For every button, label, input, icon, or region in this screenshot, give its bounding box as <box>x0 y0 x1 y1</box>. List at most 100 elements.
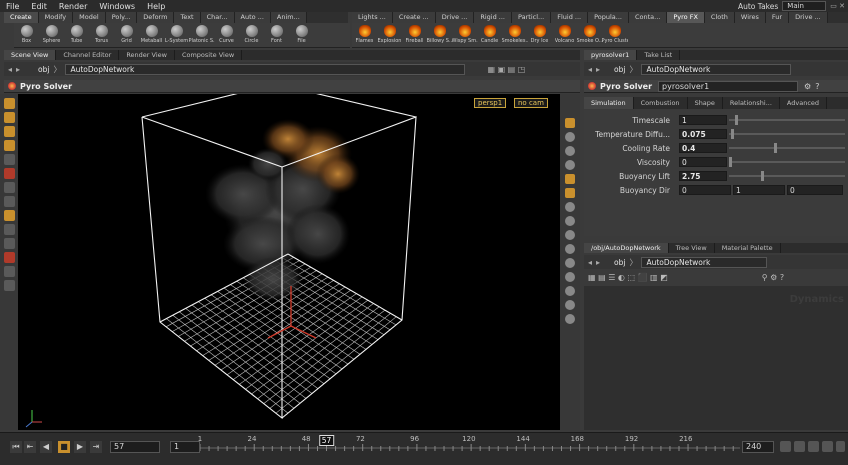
shelf-tab-model[interactable]: Model <box>73 12 106 23</box>
tab-tree-view[interactable]: Tree View <box>669 243 715 253</box>
help-icon[interactable]: ? <box>815 82 819 91</box>
shelf-tab-particles[interactable]: Particl... <box>512 12 552 23</box>
select-tool-icon[interactable] <box>3 98 15 109</box>
pose-tool-icon[interactable] <box>3 126 15 137</box>
wireframe-icon[interactable] <box>565 146 575 156</box>
net-forward-icon[interactable]: ▸ <box>596 258 600 267</box>
create-tool-5[interactable]: Metaball <box>139 23 164 47</box>
param-slider[interactable] <box>729 143 845 153</box>
create-tool-8[interactable]: Curve <box>214 23 239 47</box>
pyro-tool-0[interactable]: Flames <box>352 23 377 47</box>
shelf-tab-drive-2[interactable]: Drive ... <box>789 12 828 23</box>
render-region-icon[interactable] <box>565 272 575 282</box>
tab-render-view[interactable]: Render View <box>119 50 175 60</box>
back-arrow-icon[interactable]: ◂ <box>8 65 12 74</box>
shelf-tab-fur[interactable]: Fur <box>765 12 790 23</box>
slider-knob[interactable] <box>731 129 735 139</box>
tab-channel-editor[interactable]: Channel Editor <box>56 50 120 60</box>
stop-icon[interactable]: ■ <box>58 441 70 453</box>
shelf-tab-drive[interactable]: Drive ... <box>435 12 475 23</box>
gear-icon[interactable]: ⚙ <box>804 82 811 91</box>
tab-relationships[interactable]: Relationshi... <box>723 97 780 109</box>
param-slider[interactable] <box>729 115 845 125</box>
pyro-tool-8[interactable]: Volcano <box>552 23 577 47</box>
param-value-field[interactable]: 0 <box>679 157 727 167</box>
net-path-node[interactable]: AutoDopNetwork <box>641 256 768 268</box>
shelf-tab-wires[interactable]: Wires <box>734 12 766 23</box>
snap-tool-icon[interactable] <box>3 210 15 221</box>
create-tool-2[interactable]: Tube <box>64 23 89 47</box>
param-value-field[interactable]: 0.075 <box>679 129 727 139</box>
start-frame-field[interactable]: 1 <box>170 441 200 453</box>
tab-shape[interactable]: Shape <box>688 97 723 109</box>
rotate-tool-icon[interactable] <box>3 182 15 193</box>
network-editor[interactable]: Dynamics <box>584 286 848 430</box>
points-icon[interactable] <box>565 160 575 170</box>
slider-knob[interactable] <box>729 157 732 167</box>
camera-menu[interactable]: persp1 <box>474 98 507 108</box>
network-tool-icons[interactable]: ▦ ▤ ☰ ◐ ⬚ ⬛ ▥ ◩ <box>588 273 668 282</box>
param-slider[interactable] <box>729 171 845 181</box>
slider-knob[interactable] <box>774 143 778 153</box>
timeline-cursor[interactable]: 57 <box>318 435 335 446</box>
view-tool-icon[interactable] <box>3 140 15 151</box>
create-tool-4[interactable]: Grid <box>114 23 139 47</box>
audio-icon[interactable] <box>808 441 819 452</box>
scene-pane-icons[interactable]: ▦ ▣ ▤ ◳ <box>487 65 525 74</box>
tab-pyrosolver1[interactable]: pyrosolver1 <box>584 50 638 60</box>
forward-arrow-icon[interactable]: ▸ <box>16 65 20 74</box>
move-tool-icon[interactable] <box>3 168 15 179</box>
step-forward-icon[interactable]: ⇥ <box>90 441 102 453</box>
brush-tool-icon[interactable] <box>3 224 15 235</box>
shelf-tab-create-dyn[interactable]: Create ... <box>392 12 436 23</box>
buoyancy-dir-x[interactable]: 0 <box>679 185 731 195</box>
shelf-tab-deform[interactable]: Deform <box>137 12 175 23</box>
node-name-field[interactable]: pyrosolver1 <box>658 80 799 92</box>
create-tool-3[interactable]: Torus <box>89 23 114 47</box>
cam-mode-menu[interactable]: no cam <box>514 98 548 108</box>
pyro-tool-7[interactable]: Dry Ice <box>527 23 552 47</box>
template-icon[interactable] <box>565 216 575 226</box>
pyro-tool-1[interactable]: Explosion <box>377 23 402 47</box>
param-path-root[interactable]: obj <box>614 65 625 74</box>
jump-start-icon[interactable]: ⏮ <box>10 441 22 453</box>
current-frame-field[interactable]: 57 <box>110 441 160 453</box>
realtime-icon[interactable] <box>794 441 805 452</box>
shelf-tab-create[interactable]: Create <box>4 12 39 23</box>
param-path-node[interactable]: AutoDopNetwork <box>641 63 792 75</box>
flipbook-icon[interactable] <box>565 258 575 268</box>
handle-tool-icon[interactable] <box>3 112 15 123</box>
buoyancy-dir-z[interactable]: 0 <box>787 185 843 195</box>
pyro-tool-5[interactable]: Candle <box>477 23 502 47</box>
tab-scene-view[interactable]: Scene View <box>4 50 57 60</box>
shelf-tab-poly[interactable]: Poly... <box>105 12 138 23</box>
shelf-tab-cloth[interactable]: Cloth <box>704 12 735 23</box>
arrow-tool-icon[interactable] <box>3 154 15 165</box>
shelf-tab-lights[interactable]: Lights ... <box>352 12 393 23</box>
create-tool-7[interactable]: Platonic S... <box>189 23 215 47</box>
camera-icon[interactable] <box>565 174 575 184</box>
timeline-ruler[interactable]: 1 24 48 72 96 120 144 168 192 216 57 <box>198 435 740 459</box>
network-search-icon[interactable]: ⚲ ⚙ ? <box>762 273 784 282</box>
visibility-icon[interactable] <box>565 300 575 310</box>
param-value-field[interactable]: 0.4 <box>679 143 727 153</box>
menu-edit[interactable]: Edit <box>25 2 53 11</box>
menu-help[interactable]: Help <box>141 2 171 11</box>
settings-icon[interactable] <box>836 441 845 452</box>
path-node-field[interactable]: AutoDopNetwork <box>65 63 466 75</box>
scene-viewport[interactable]: persp1 no cam <box>18 94 560 430</box>
tab-combustion[interactable]: Combustion <box>634 97 688 109</box>
shelf-tab-anim[interactable]: Anim... <box>270 12 307 23</box>
record-tool-icon[interactable] <box>3 252 15 263</box>
param-value-field[interactable]: 2.75 <box>679 171 727 181</box>
create-tool-10[interactable]: Font <box>264 23 289 47</box>
grid-icon[interactable] <box>565 230 575 240</box>
end-frame-field[interactable]: 240 <box>742 441 774 453</box>
shelf-tab-fluid[interactable]: Fluid ... <box>551 12 589 23</box>
magnet-tool-icon[interactable] <box>3 238 15 249</box>
key-icon[interactable] <box>780 441 791 452</box>
pyro-tool-10[interactable]: Pyro Cluster <box>602 23 628 47</box>
scale-tool-icon[interactable] <box>3 196 15 207</box>
shelf-tab-text[interactable]: Text <box>174 12 201 23</box>
shelf-tab-char[interactable]: Char... <box>200 12 235 23</box>
